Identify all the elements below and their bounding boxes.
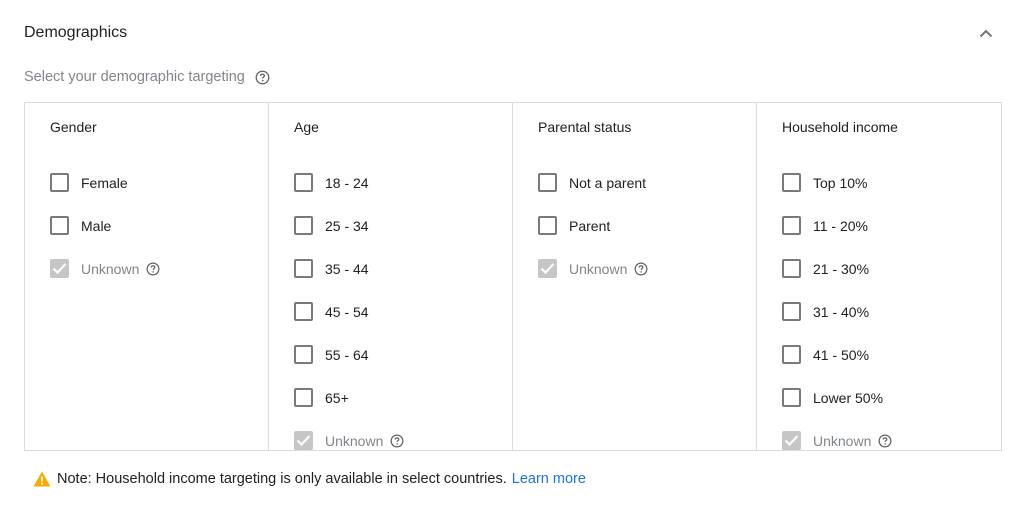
checkbox[interactable] — [294, 216, 313, 235]
option-gender-female[interactable]: Female — [50, 161, 268, 204]
column-title: Gender — [50, 119, 97, 135]
option-age-25-34[interactable]: 25 - 34 — [294, 204, 512, 247]
targeting-subtitle: Select your demographic targeting — [24, 67, 270, 87]
checkbox[interactable] — [294, 259, 313, 278]
option-gender-unknown: Unknown — [50, 247, 268, 290]
collapse-button[interactable] — [974, 22, 998, 44]
checkbox-checked — [294, 431, 313, 450]
option-label: 35 - 44 — [325, 260, 369, 277]
checkbox[interactable] — [50, 216, 69, 235]
option-label: Unknown — [813, 432, 872, 449]
column-household-income: Household income Top 10% 11 - 20% 21 - 30% 3… — [757, 103, 1003, 450]
checkbox-checked — [782, 431, 801, 450]
option-label: 25 - 34 — [325, 217, 369, 234]
checkbox-checked — [50, 259, 69, 278]
option-label: 21 - 30% — [813, 260, 870, 277]
option-label: Unknown — [325, 432, 384, 449]
option-age-45-54[interactable]: 45 - 54 — [294, 290, 512, 333]
subtitle-text: Select your demographic targeting — [24, 69, 245, 85]
help-circle-icon[interactable] — [255, 70, 270, 85]
column-title: Age — [294, 119, 319, 135]
checkbox[interactable] — [538, 216, 557, 235]
option-label: Unknown — [569, 260, 628, 277]
checkbox[interactable] — [294, 345, 313, 364]
option-parental-status-unknown: Unknown — [538, 247, 756, 290]
option-label: Lower 50% — [813, 389, 884, 406]
checkbox[interactable] — [782, 259, 801, 278]
checkbox[interactable] — [294, 302, 313, 321]
option-label: Not a parent — [569, 174, 647, 191]
option-gender-male[interactable]: Male — [50, 204, 268, 247]
demographics-grid: Gender Female Male Unknown Age 18 - 24 25 - 34… — [24, 102, 1002, 451]
checkbox[interactable] — [538, 173, 557, 192]
option-label: Unknown — [81, 260, 140, 277]
income-note: Note: Household income targeting is only… — [33, 470, 586, 488]
learn-more-link[interactable]: Learn more — [512, 470, 586, 488]
option-label: 41 - 50% — [813, 346, 870, 363]
option-age-18-24[interactable]: 18 - 24 — [294, 161, 512, 204]
option-list: Female Male Unknown — [50, 161, 268, 290]
option-label: Parent — [569, 217, 611, 234]
column-parental-status: Parental status Not a parent Parent Unknown — [513, 103, 757, 450]
help-circle-icon[interactable] — [390, 434, 404, 448]
help-circle-icon[interactable] — [634, 262, 648, 276]
option-list: Not a parent Parent Unknown — [538, 161, 756, 290]
option-parental-status-parent[interactable]: Parent — [538, 204, 756, 247]
option-age-55-64[interactable]: 55 - 64 — [294, 333, 512, 376]
checkbox[interactable] — [782, 302, 801, 321]
option-list: Top 10% 11 - 20% 21 - 30% 31 - 40% 41 - 50% L… — [782, 161, 1003, 462]
option-age-65-[interactable]: 65+ — [294, 376, 512, 419]
section-header: Demographics — [24, 22, 1000, 44]
option-label: Top 10% — [813, 174, 868, 191]
checkbox[interactable] — [782, 345, 801, 364]
column-title: Household income — [782, 119, 898, 135]
option-age-unknown: Unknown — [294, 419, 512, 462]
chevron-up-icon — [979, 29, 993, 37]
option-household-income-top-10-[interactable]: Top 10% — [782, 161, 1003, 204]
column-title: Parental status — [538, 119, 632, 135]
checkbox[interactable] — [782, 388, 801, 407]
option-label: Male — [81, 217, 112, 234]
checkbox[interactable] — [294, 173, 313, 192]
option-label: Female — [81, 174, 128, 191]
option-parental-status-not-a-parent[interactable]: Not a parent — [538, 161, 756, 204]
checkbox-checked — [538, 259, 557, 278]
option-household-income-31-40-[interactable]: 31 - 40% — [782, 290, 1003, 333]
checkbox[interactable] — [782, 216, 801, 235]
warning-icon — [33, 471, 51, 487]
option-age-35-44[interactable]: 35 - 44 — [294, 247, 512, 290]
option-list: 18 - 24 25 - 34 35 - 44 45 - 54 55 - 64 65+ Un… — [294, 161, 512, 462]
option-label: 18 - 24 — [325, 174, 369, 191]
checkbox[interactable] — [294, 388, 313, 407]
option-label: 11 - 20% — [813, 217, 868, 234]
checkbox[interactable] — [782, 173, 801, 192]
option-household-income-lower-50-[interactable]: Lower 50% — [782, 376, 1003, 419]
help-circle-icon[interactable] — [878, 434, 892, 448]
column-age: Age 18 - 24 25 - 34 35 - 44 45 - 54 55 - 64 65… — [269, 103, 513, 450]
checkbox[interactable] — [50, 173, 69, 192]
option-label: 31 - 40% — [813, 303, 870, 320]
section-title: Demographics — [24, 24, 128, 41]
help-circle-icon[interactable] — [146, 262, 160, 276]
option-label: 55 - 64 — [325, 346, 369, 363]
column-gender: Gender Female Male Unknown — [25, 103, 269, 450]
note-text: Note: Household income targeting is only… — [57, 471, 507, 487]
option-household-income-11-20-[interactable]: 11 - 20% — [782, 204, 1003, 247]
option-household-income-41-50-[interactable]: 41 - 50% — [782, 333, 1003, 376]
option-household-income-unknown: Unknown — [782, 419, 1003, 462]
option-label: 45 - 54 — [325, 303, 369, 320]
option-household-income-21-30-[interactable]: 21 - 30% — [782, 247, 1003, 290]
option-label: 65+ — [325, 389, 349, 406]
